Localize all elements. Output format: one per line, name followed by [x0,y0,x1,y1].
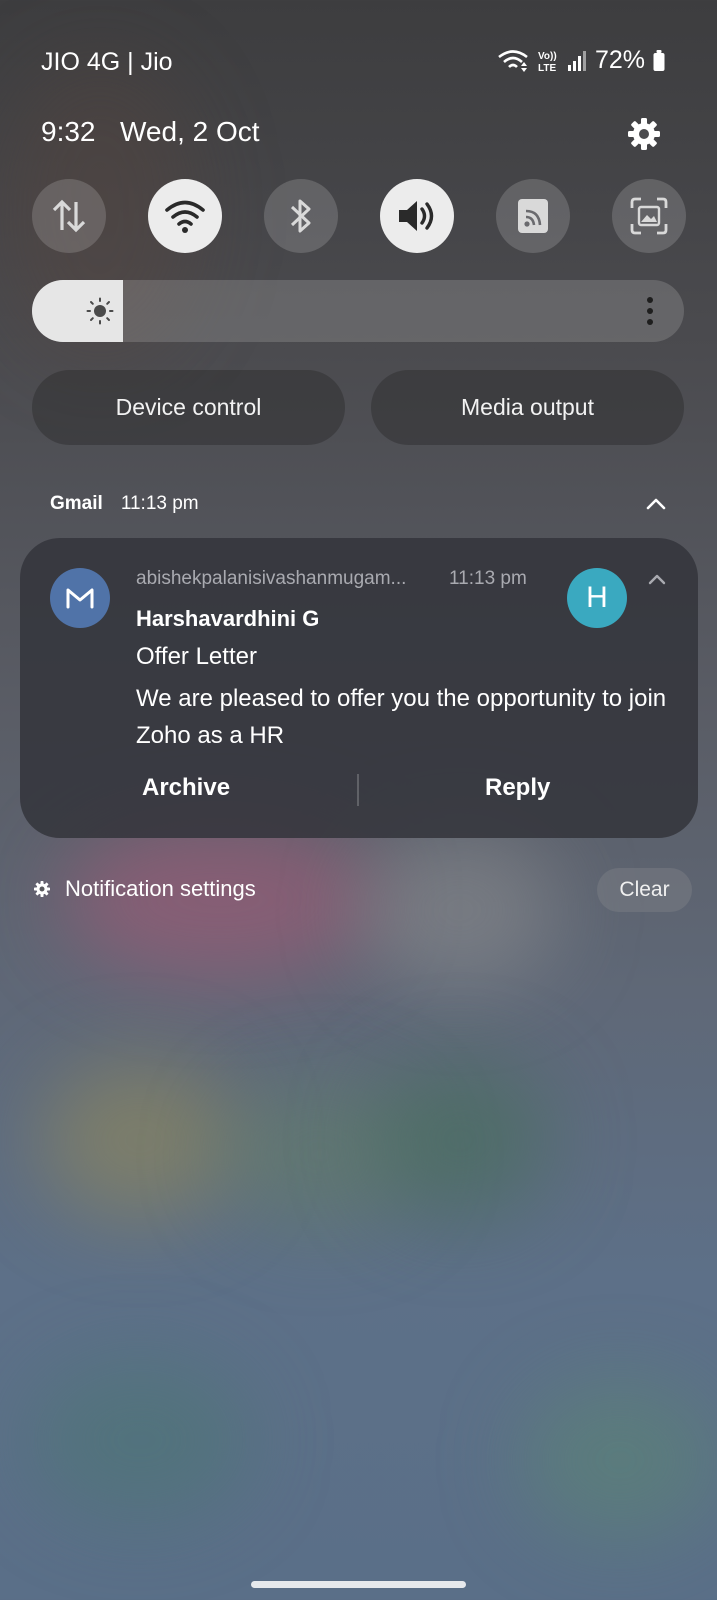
clear-button[interactable]: Clear [597,868,692,912]
group-time: 11:13 pm [120,493,199,514]
action-divider [357,774,359,806]
device-control-button[interactable]: Device control [32,370,345,445]
wallpaper-blob [360,830,560,990]
sender-name: Harshavardhini G [136,606,320,631]
signal-icon [567,50,586,71]
cast-icon [518,199,548,233]
cast-tile[interactable] [496,179,570,253]
wifi-icon [165,200,205,233]
group-app-name: Gmail [50,493,103,514]
settings-gear-icon[interactable] [626,116,662,152]
svg-text:Vo)): Vo)) [538,51,557,62]
wallpaper-blob [520,1380,717,1540]
battery-icon [653,49,665,71]
notification-settings-label: Notification settings [65,876,256,901]
wallpaper-blob [30,1360,250,1520]
collapse-group-icon[interactable] [644,492,668,516]
email-subject: Offer Letter [136,643,257,670]
media-output-button[interactable]: Media output [371,370,684,445]
wifi-tile[interactable] [148,179,222,253]
wallpaper-blob [40,1060,240,1220]
data-arrows-icon [52,199,86,233]
gmail-icon [66,588,94,609]
svg-text:LTE: LTE [538,63,556,73]
date: Wed, 2 Oct [120,116,260,147]
notification-settings-link[interactable]: Notification settings [33,876,256,902]
bluetooth-tile[interactable] [264,179,338,253]
email-snippet: We are pleased to offer you the opportun… [136,685,667,749]
clock: 9:32 [41,116,96,147]
carrier-label: JIO 4G | Jio [41,48,173,76]
speaker-icon [399,201,434,231]
status-icons: Vo)) LTE 72% [497,46,665,75]
sender-email: abishekpalanisivashanmugam... [136,568,407,589]
chevron-up-icon[interactable] [645,568,669,592]
notification-group-header: Gmail 11:13 pm [50,493,199,515]
battery-percent: 72% [594,46,645,74]
reply-button[interactable]: Reply [485,774,550,802]
sound-tile[interactable] [380,179,454,253]
wallpaper-blob [370,1060,550,1220]
brightness-slider[interactable] [32,280,684,342]
gear-icon [34,881,50,897]
wifi-status-icon [498,49,528,72]
wallpaper-blob [220,1080,420,1230]
gmail-notification-card[interactable]: abishekpalanisivashanmugam... 11:13 pm H… [20,538,698,838]
more-options-icon[interactable] [646,296,654,326]
screen-capture-tile[interactable] [612,179,686,253]
screen-capture-icon [630,197,668,235]
avatar: H [567,568,627,628]
mobile-data-tile[interactable] [32,179,106,253]
gmail-app-icon [50,568,110,628]
volte-icon: Vo)) LTE [538,51,557,73]
archive-button[interactable]: Archive [142,774,230,802]
notification-time: 11:13 pm [449,568,527,589]
bluetooth-icon [290,199,311,233]
status-bar: JIO 4G | Jio Vo)) LTE 72% [0,0,717,120]
brightness-icon [86,297,114,325]
home-indicator[interactable] [251,1581,466,1588]
